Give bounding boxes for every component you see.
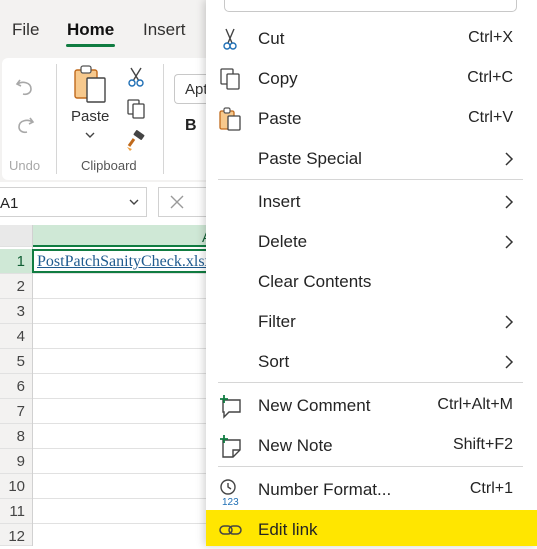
tab-home[interactable]: Home — [67, 20, 114, 40]
menu-item-filter[interactable]: Filter — [206, 302, 537, 342]
paste-large-icon[interactable] — [72, 64, 108, 104]
menu-item-clear-contents[interactable]: Clear Contents — [206, 262, 537, 302]
menu-item-label: New Comment — [258, 396, 371, 415]
chevron-right-icon — [505, 195, 514, 209]
clipboard-group-label: Clipboard — [81, 158, 137, 173]
name-box-value: A1 — [0, 195, 19, 212]
select-all-corner[interactable] — [0, 225, 32, 247]
chevron-down-icon[interactable] — [128, 197, 140, 207]
row-header[interactable]: 2 — [0, 274, 32, 299]
gridline — [33, 273, 213, 274]
gridline — [33, 373, 213, 374]
gridline — [33, 348, 213, 349]
row-header[interactable]: 6 — [0, 374, 32, 399]
menu-item-number-format[interactable]: 123 Number Format... Ctrl+1 — [206, 470, 537, 510]
menu-item-label: Copy — [258, 69, 298, 88]
undo-icon[interactable] — [14, 76, 36, 98]
gridline — [33, 423, 213, 424]
menu-item-label: Number Format... — [258, 480, 392, 499]
menu-item-edit-link[interactable]: Edit link — [206, 510, 537, 546]
menu-item-shortcut: Ctrl+Alt+M — [437, 396, 513, 413]
row-header[interactable]: 9 — [0, 449, 32, 474]
new-comment-icon — [220, 395, 241, 419]
chevron-right-icon — [505, 355, 514, 369]
menu-item-sort[interactable]: Sort — [206, 342, 537, 382]
menu-item-shortcut: Ctrl+1 — [469, 480, 513, 497]
row-header[interactable]: 5 — [0, 349, 32, 374]
menu-item-paste-special[interactable]: Paste Special — [206, 139, 537, 179]
menu-item-shortcut: Ctrl+X — [468, 29, 513, 46]
cell-a1-link[interactable]: PostPatchSanityCheck.xlsx — [37, 253, 207, 271]
tab-insert[interactable]: Insert — [143, 20, 186, 40]
font-name-value: Apt — [185, 81, 208, 98]
svg-text:123: 123 — [222, 497, 239, 506]
paste-icon — [219, 107, 241, 131]
chevron-right-icon — [505, 315, 514, 329]
menu-separator — [218, 179, 523, 180]
menu-item-insert[interactable]: Insert — [206, 182, 537, 222]
chevron-right-icon — [505, 235, 514, 249]
ribbon-separator — [56, 64, 57, 174]
row-header[interactable]: 10 — [0, 474, 32, 499]
menu-separator — [218, 382, 523, 383]
new-note-icon — [220, 435, 241, 458]
format-painter-icon[interactable] — [125, 130, 147, 152]
link-icon — [219, 525, 242, 535]
menu-item-new-comment[interactable]: New Comment Ctrl+Alt+M — [206, 386, 537, 426]
tab-file[interactable]: File — [12, 20, 39, 40]
copy-icon — [220, 68, 240, 90]
menu-item-label: Delete — [258, 232, 308, 251]
ribbon-separator — [163, 64, 164, 174]
gridline — [33, 398, 213, 399]
scissors-icon[interactable] — [125, 66, 147, 88]
menu-item-new-note[interactable]: New Note Shift+F2 — [206, 426, 537, 466]
chevron-right-icon — [505, 152, 514, 166]
menu-item-label: Sort — [258, 352, 290, 371]
menu-item-shortcut: Ctrl+V — [468, 109, 513, 126]
chevron-down-icon[interactable] — [84, 130, 96, 140]
gridline — [33, 523, 213, 524]
menu-item-label: Paste Special — [258, 149, 362, 168]
copy-icon[interactable] — [125, 98, 147, 120]
menu-item-delete[interactable]: Delete — [206, 222, 537, 262]
row-header[interactable]: 12 — [0, 524, 32, 546]
menu-item-shortcut: Shift+F2 — [452, 436, 513, 453]
menu-item-shortcut: Ctrl+C — [467, 69, 513, 86]
menu-item-label: Paste — [258, 109, 302, 128]
menu-item-label: Insert — [258, 192, 301, 211]
menu-item-copy[interactable]: Copy Ctrl+C — [206, 59, 537, 99]
row-header[interactable]: 4 — [0, 324, 32, 349]
menu-item-label: Clear Contents — [258, 272, 372, 291]
row-header[interactable]: 11 — [0, 499, 32, 524]
menu-item-cut[interactable]: Cut Ctrl+X — [206, 19, 537, 59]
row-header[interactable]: 1 — [0, 249, 32, 274]
name-box[interactable] — [0, 187, 147, 217]
menu-separator — [218, 466, 523, 467]
menu-item-label: New Note — [258, 436, 333, 455]
menu-item-paste[interactable]: Paste Ctrl+V — [206, 99, 537, 139]
active-tab-indicator — [66, 44, 115, 47]
undo-group-label: Undo — [9, 158, 41, 173]
paste-button-label[interactable]: Paste — [71, 108, 109, 125]
gridline — [33, 498, 213, 499]
row-header[interactable]: 8 — [0, 424, 32, 449]
column-header-a[interactable] — [33, 225, 213, 247]
menu-search-box[interactable] — [224, 0, 517, 12]
gridline — [33, 448, 213, 449]
gridline — [33, 323, 213, 324]
redo-icon[interactable] — [14, 114, 36, 136]
bold-button[interactable]: B — [185, 117, 197, 135]
menu-item-label: Filter — [258, 312, 296, 331]
menu-item-label: Cut — [258, 29, 285, 48]
row-header[interactable]: 7 — [0, 399, 32, 424]
gridline — [33, 473, 213, 474]
cancel-icon[interactable] — [168, 193, 186, 211]
scissors-icon — [223, 28, 237, 50]
gridline — [33, 298, 213, 299]
row-header[interactable]: 3 — [0, 299, 32, 324]
menu-item-label: Edit link — [258, 520, 318, 539]
number-format-icon: 123 — [220, 479, 239, 506]
